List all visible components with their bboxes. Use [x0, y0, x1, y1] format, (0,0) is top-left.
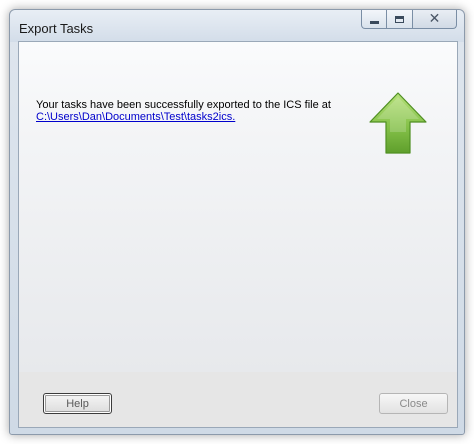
export-message: Your tasks have been successfully export… — [36, 99, 331, 123]
content-panel: Your tasks have been successfully export… — [19, 42, 457, 372]
minimize-icon — [369, 20, 379, 24]
export-tasks-window: Export Tasks ✕ Your tasks have been succ… — [9, 9, 465, 435]
title-bar[interactable]: Export Tasks ✕ — [10, 10, 464, 42]
caption-buttons: ✕ — [361, 10, 457, 29]
dialog-client-area: Your tasks have been successfully export… — [18, 41, 458, 428]
maximize-icon — [395, 15, 404, 23]
close-button[interactable]: Close — [379, 393, 448, 414]
export-message-text: Your tasks have been successfully export… — [36, 99, 331, 111]
green-up-arrow-icon — [369, 92, 427, 154]
close-icon: ✕ — [428, 11, 441, 27]
help-button[interactable]: Help — [43, 393, 112, 414]
file-path-link[interactable]: C:\Users\Dan\Documents\Test\tasks2ics. — [36, 111, 331, 123]
close-window-button[interactable]: ✕ — [413, 10, 457, 29]
window-title: Export Tasks — [19, 21, 94, 36]
minimize-button[interactable] — [361, 10, 387, 29]
button-bar: Help Close — [19, 372, 457, 427]
maximize-button[interactable] — [387, 10, 413, 29]
